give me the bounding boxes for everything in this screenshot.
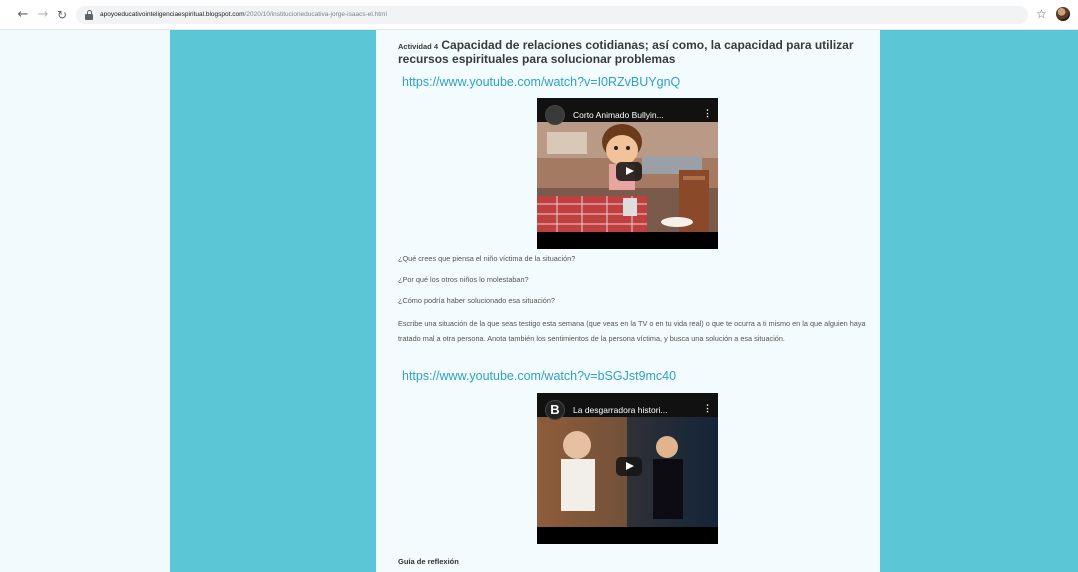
reload-icon[interactable]: ↻	[55, 8, 69, 22]
channel-avatar-icon[interactable]: B	[545, 400, 565, 420]
activity-title: Capacidad de relaciones cotidianas; así …	[398, 38, 854, 66]
play-icon[interactable]	[616, 162, 642, 181]
channel-avatar-icon[interactable]	[545, 105, 565, 125]
page-viewport: Actividad 4 Capacidad de relaciones coti…	[0, 30, 1078, 572]
address-bar[interactable]: apoyoeducativointeligenciaespiritual.blo…	[76, 6, 1028, 24]
video-2-title[interactable]: La desgarradora histori...	[573, 405, 668, 415]
video-embed-1[interactable]: Corto Animado Bullyin... ⋮	[537, 98, 718, 249]
activity-label: Actividad 4	[398, 42, 439, 51]
instructions-paragraph: Escribe una situación de la que seas tes…	[398, 319, 866, 343]
reflection-guide-heading: Guía de reflexión	[398, 557, 459, 566]
youtube-link-1[interactable]: https://www.youtube.com/watch?v=I0RZvBUY…	[402, 75, 680, 89]
play-icon[interactable]	[616, 457, 642, 476]
post-content: Actividad 4 Capacidad de relaciones coti…	[376, 30, 880, 572]
question-2: ¿Por qué los otros niños lo molestaban?	[398, 275, 529, 284]
more-vertical-icon[interactable]: ⋮	[703, 109, 712, 118]
question-3: ¿Cómo podría haber solucionado esa situa…	[398, 296, 555, 305]
forward-arrow-icon[interactable]: →	[36, 8, 50, 22]
bookmark-star-icon[interactable]: ☆	[1036, 7, 1047, 21]
back-arrow-icon[interactable]: ←	[16, 8, 30, 22]
browser-toolbar: ← → ↻ apoyoeducativointeligenciaespiritu…	[0, 0, 1078, 30]
right-decorative-band	[880, 30, 1078, 572]
video-embed-2[interactable]: B La desgarradora histori... ⋮	[537, 393, 718, 544]
url-path: /2020/10/institucioneducativa-jorge-isaa…	[244, 11, 387, 18]
question-1: ¿Qué crees que piensa el niño víctima de…	[398, 254, 576, 263]
more-vertical-icon[interactable]: ⋮	[703, 404, 712, 413]
activity-heading: Actividad 4 Capacidad de relaciones coti…	[398, 39, 868, 66]
lock-icon[interactable]	[85, 10, 93, 20]
url-text[interactable]: apoyoeducativointeligenciaespiritual.blo…	[100, 9, 387, 21]
youtube-link-2[interactable]: https://www.youtube.com/watch?v=bSGJst9m…	[402, 369, 676, 383]
video-1-title[interactable]: Corto Animado Bullyin...	[573, 110, 664, 120]
url-domain: apoyoeducativointeligenciaespiritual.blo…	[100, 11, 245, 18]
left-decorative-band	[170, 30, 376, 572]
profile-avatar[interactable]	[1056, 7, 1070, 21]
